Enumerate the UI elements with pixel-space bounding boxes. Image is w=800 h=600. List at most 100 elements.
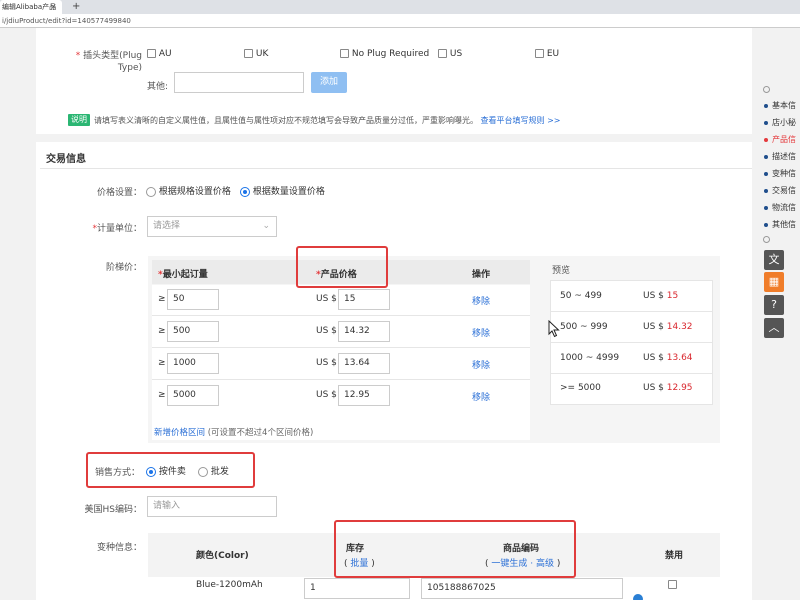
back-to-top-icon[interactable]: ︿ <box>764 318 784 338</box>
plug-option-eu[interactable]: EU <box>535 49 559 59</box>
variant-disable-checkbox[interactable] <box>668 580 677 590</box>
nav-start-circle-icon <box>763 86 770 93</box>
ladder-qty-input[interactable]: 50 <box>167 289 219 310</box>
bullet-icon <box>764 120 768 125</box>
currency-label: US $ <box>316 390 337 400</box>
section-title-divider <box>40 168 752 169</box>
col-min-qty: *最小起订量 <box>158 270 208 280</box>
variant-stock-input[interactable]: 1 <box>304 578 410 599</box>
browser-tab-bar <box>0 0 800 14</box>
bullet-icon <box>764 205 768 210</box>
remove-link[interactable]: 移除 <box>472 390 490 403</box>
bullet-icon <box>764 171 768 176</box>
remove-link[interactable]: 移除 <box>472 326 490 339</box>
address-bar[interactable]: i/jdiuProduct/edit?id=140577499840 <box>0 14 800 28</box>
price-option-by-spec[interactable]: 根据规格设置价格 <box>146 184 231 197</box>
highlight-stock-code <box>334 520 576 578</box>
ladder-price-input[interactable]: 15 <box>338 289 390 310</box>
nav-item-variant[interactable]: 变种信 <box>764 168 796 179</box>
preview-price: US $ 14.32 <box>643 322 693 332</box>
radio-icon[interactable] <box>146 186 156 197</box>
preview-range: 50 ~ 499 <box>560 291 602 301</box>
bullet-icon <box>764 188 768 193</box>
remove-link[interactable]: 移除 <box>472 294 490 307</box>
preview-title: 预览 <box>552 266 571 276</box>
geq-symbol: ≥ <box>158 326 166 336</box>
price-option-by-qty[interactable]: 根据数量设置价格 <box>240 184 325 197</box>
nav-item-dianxiaomi[interactable]: 店小秘 <box>764 117 796 128</box>
help-icon[interactable]: ? <box>764 295 784 315</box>
ladder-qty-input[interactable]: 500 <box>167 321 219 342</box>
variant-color-name: Blue-1200mAh <box>196 580 263 590</box>
plug-option-au[interactable]: AU <box>147 49 172 59</box>
currency-label: US $ <box>316 326 337 336</box>
row-divider <box>551 342 712 343</box>
ladder-qty-input[interactable]: 1000 <box>167 353 219 374</box>
tab-close-icon[interactable]: × <box>50 0 57 14</box>
ladder-price-label: 阶梯价： <box>105 263 142 273</box>
plug-other-input[interactable] <box>174 72 304 93</box>
nav-end-circle-icon <box>763 236 770 243</box>
highlight-price-column <box>296 246 388 288</box>
variant-info-label: 变种信息： <box>96 543 142 553</box>
plug-option-us[interactable]: US <box>438 49 462 59</box>
plug-type-label: * 插头类型(Plug Type) <box>75 51 142 73</box>
preview-price: US $ 12.95 <box>643 383 693 393</box>
checkbox-icon[interactable] <box>147 49 156 58</box>
checkbox-icon[interactable] <box>340 49 349 58</box>
row-divider <box>152 315 530 316</box>
nav-item-product[interactable]: 产品信 <box>764 134 796 145</box>
preview-range: 500 ~ 999 <box>560 322 608 332</box>
row-divider <box>152 347 530 348</box>
notice-text: 请填写表义清晰的自定义属性值，且属性值与属性项对应不规范填写会导致产品质量分过低… <box>94 116 561 125</box>
variant-code-input[interactable]: 105188867025 <box>421 578 623 599</box>
checkbox-icon[interactable] <box>535 49 544 58</box>
checkbox-icon[interactable] <box>668 580 677 589</box>
row-divider <box>152 379 530 380</box>
ladder-price-input[interactable]: 14.32 <box>338 321 390 342</box>
hs-code-input[interactable]: 请输入 <box>147 496 277 517</box>
price-setting-label: 价格设置： <box>96 188 142 198</box>
section-divider <box>36 134 752 142</box>
nav-item-trade[interactable]: 交易信 <box>764 185 796 196</box>
translate-icon[interactable]: 文 <box>764 250 784 270</box>
col-action: 操作 <box>472 270 491 280</box>
row-divider <box>551 373 712 374</box>
ladder-price-input[interactable]: 12.95 <box>338 385 390 406</box>
radio-selected-icon[interactable] <box>240 186 250 197</box>
hs-code-label: 美国HS编码： <box>84 505 142 515</box>
bullet-icon <box>764 103 768 108</box>
ladder-price-input[interactable]: 13.64 <box>338 353 390 374</box>
nav-item-other[interactable]: 其他信 <box>764 219 796 230</box>
remove-link[interactable]: 移除 <box>472 358 490 371</box>
bullet-icon <box>764 222 768 227</box>
unit-label: *计量单位： <box>92 224 142 234</box>
calculator-icon[interactable]: ▦ <box>764 272 784 292</box>
nav-item-basic[interactable]: 基本信 <box>764 100 796 111</box>
add-range-link[interactable]: 新增价格区间 <box>154 428 205 438</box>
section-title-trade: 交易信息 <box>46 154 86 165</box>
plug-option-uk[interactable]: UK <box>244 49 268 59</box>
preview-range: >= 5000 <box>560 383 601 393</box>
preview-range: 1000 ~ 4999 <box>560 353 620 363</box>
plug-option-no-plug[interactable]: No Plug Required <box>340 49 429 59</box>
checkbox-icon[interactable] <box>244 49 253 58</box>
ladder-qty-input[interactable]: 5000 <box>167 385 219 406</box>
nav-item-description[interactable]: 描述信 <box>764 151 796 162</box>
tab-title: 编辑Alibaba产品 <box>2 3 57 11</box>
currency-label: US $ <box>316 294 337 304</box>
plug-add-button[interactable]: 添加 <box>311 72 347 93</box>
help-dot-icon[interactable] <box>633 594 643 600</box>
nav-item-logistics[interactable]: 物流信 <box>764 202 796 213</box>
unit-select[interactable]: 请选择 ⌄ <box>147 216 277 237</box>
var-col-color: 颜色(Color) <box>196 551 249 561</box>
add-range-row: 新增价格区间 (可设置不超过4个区间价格) <box>154 428 314 438</box>
new-tab-button[interactable]: + <box>72 0 80 14</box>
var-col-disable: 禁用 <box>665 551 684 561</box>
mouse-cursor-icon <box>548 319 560 341</box>
platform-rules-link[interactable]: 查看平台填写规则 >> <box>481 116 561 125</box>
preview-price: US $ 15 <box>643 291 679 301</box>
checkbox-icon[interactable] <box>438 49 447 58</box>
currency-label: US $ <box>316 358 337 368</box>
bullet-icon <box>764 154 768 159</box>
